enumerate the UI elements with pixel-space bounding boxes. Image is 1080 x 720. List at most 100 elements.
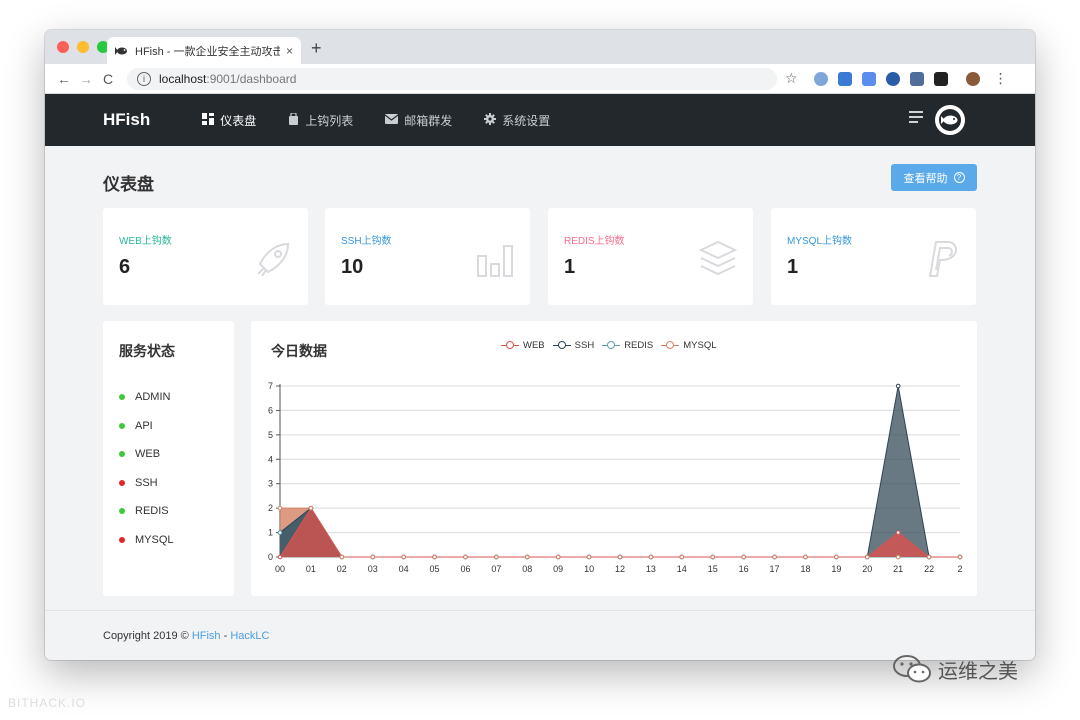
legend-marker	[552, 341, 571, 350]
x-tick-label: 17	[770, 564, 780, 574]
x-tick-label: 13	[646, 564, 656, 574]
x-tick-label: 06	[460, 564, 470, 574]
legend-item-web[interactable]: WEB	[501, 340, 545, 351]
data-point	[741, 554, 746, 560]
fish-favicon-icon	[115, 44, 129, 58]
nav-item-label: 系统设置	[502, 113, 551, 128]
x-tick-label: 2	[957, 564, 962, 574]
service-item: SSH	[119, 469, 174, 498]
forward-button[interactable]: →	[75, 71, 97, 87]
stat-value: 1	[564, 256, 576, 278]
minimize-window-button[interactable]	[77, 41, 89, 53]
data-point	[772, 554, 777, 560]
stat-card-mysql: MYSQL上钩数 1	[771, 208, 976, 305]
series-area-ssh	[280, 386, 960, 557]
y-tick-label: 1	[268, 528, 273, 538]
extension-6-icon[interactable]	[933, 71, 948, 86]
tab-close-icon[interactable]: ×	[286, 44, 293, 58]
x-tick-label: 22	[924, 564, 934, 574]
legend-label: WEB	[523, 340, 545, 351]
extension-1-icon[interactable]	[813, 71, 828, 86]
data-point	[277, 505, 283, 511]
x-tick-label: 14	[677, 564, 687, 574]
service-name: WEB	[135, 448, 161, 461]
new-tab-button[interactable]: +	[311, 38, 322, 59]
nav-item-dashboard[interactable]: 仪表盘	[202, 112, 256, 129]
hamburger-menu-icon[interactable]	[909, 111, 923, 126]
legend-item-ssh[interactable]: SSH	[552, 340, 594, 351]
hfish-link[interactable]: HFish	[192, 630, 221, 642]
extension-4-icon[interactable]	[885, 71, 900, 86]
y-tick-label: 7	[268, 381, 273, 391]
close-window-button[interactable]	[57, 41, 69, 53]
nav-item-label: 上钩列表	[305, 113, 354, 128]
y-tick-label: 5	[268, 430, 273, 440]
nav-item-hooked-list[interactable]: 上钩列表	[288, 111, 354, 129]
browser-window: HFish - 一款企业安全主动攻击! × + ← → C i localhos…	[45, 30, 1035, 660]
user-avatar[interactable]	[935, 105, 965, 135]
brand-logo[interactable]: HFish	[103, 110, 150, 130]
chart-title: 今日数据	[271, 343, 327, 359]
x-tick-label: 09	[553, 564, 563, 574]
service-item: ADMIN	[119, 383, 174, 412]
hacklc-link[interactable]: HackLC	[230, 630, 269, 642]
mail-icon	[384, 113, 399, 127]
site-watermark: BITHACK.IO	[8, 696, 87, 710]
data-point	[679, 554, 685, 560]
x-tick-label: 03	[368, 564, 378, 574]
help-button-label: 查看帮助	[903, 172, 948, 185]
x-tick-label: 04	[399, 564, 409, 574]
app-navbar: HFish 仪表盘 上钩列表 邮箱群发 系统设置	[45, 94, 1035, 146]
stat-card-ssh: SSH上钩数 10	[325, 208, 530, 305]
service-status-title: 服务状态	[119, 343, 175, 359]
nav-item-settings[interactable]: 系统设置	[484, 112, 550, 129]
data-point	[494, 554, 499, 560]
extension-2-icon[interactable]	[837, 71, 852, 86]
chart-legend: WEB SSH REDIS MYSQL	[501, 340, 717, 351]
data-point	[895, 554, 901, 560]
today-data-chart: 0123456700 01 02 03 04 05 06 07 08 09 10 12 13 14 15 16…	[268, 381, 963, 574]
layers-icon	[697, 238, 739, 285]
data-point	[401, 554, 406, 560]
data-point	[895, 383, 901, 389]
data-point	[834, 554, 839, 560]
extension-5-icon[interactable]	[909, 71, 924, 86]
site-info-icon[interactable]: i	[137, 71, 151, 86]
address-bar-row: ← → C i localhost:9001/dashboard ☆ ⋮	[45, 64, 1035, 94]
legend-item-mysql[interactable]: MYSQL	[661, 340, 717, 351]
data-point	[370, 554, 376, 560]
bookmark-star-icon[interactable]: ☆	[785, 70, 798, 87]
back-button[interactable]: ←	[53, 71, 75, 87]
x-tick-label: 01	[306, 564, 316, 574]
legend-marker	[602, 341, 621, 350]
x-tick-label: 07	[491, 564, 501, 574]
stat-value: 6	[119, 256, 131, 278]
series-line-ssh	[279, 385, 960, 558]
data-point	[339, 554, 345, 560]
nav-item-mail[interactable]: 邮箱群发	[384, 112, 452, 129]
data-point	[463, 554, 468, 560]
stat-label: MYSQL上钩数	[787, 236, 853, 247]
service-name: SSH	[135, 476, 158, 489]
y-tick-label: 6	[268, 405, 273, 415]
help-button[interactable]: 查看帮助 ?	[891, 164, 977, 191]
x-tick-label: 16	[739, 564, 749, 574]
stat-value: 10	[341, 256, 364, 278]
reload-button[interactable]: C	[97, 71, 119, 87]
extension-3-icon[interactable]	[861, 71, 876, 86]
wechat-account-name: 运维之美	[938, 660, 1018, 683]
browser-menu-icon[interactable]: ⋮	[994, 70, 1008, 87]
service-name: REDIS	[135, 505, 169, 518]
bar-chart-icon	[474, 238, 516, 285]
question-icon: ?	[953, 172, 965, 183]
browser-tab[interactable]: HFish - 一款企业安全主动攻击! ×	[107, 37, 301, 64]
legend-marker	[501, 341, 519, 350]
gear-icon	[484, 112, 497, 128]
y-tick-label: 2	[268, 503, 273, 513]
legend-item-redis[interactable]: REDIS	[602, 340, 653, 351]
profile-avatar[interactable]	[965, 71, 980, 86]
wechat-icon	[893, 655, 931, 683]
url-input[interactable]: i localhost:9001/dashboard	[127, 67, 777, 90]
data-point	[555, 554, 561, 560]
service-item: MYSQL	[119, 526, 174, 555]
